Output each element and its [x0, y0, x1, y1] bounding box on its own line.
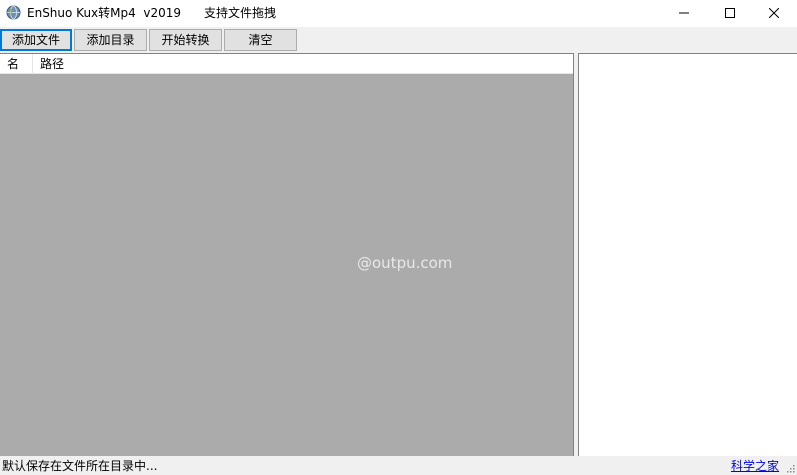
app-window: EnShuo Kux转Mp4 v2019 支持文件拖拽 添加文件 添加目录 开始…	[0, 0, 797, 475]
clear-button[interactable]: 清空	[224, 29, 297, 51]
add-file-button[interactable]: 添加文件	[0, 29, 72, 51]
watermark: @outpu.com	[357, 254, 453, 272]
maximize-icon	[725, 7, 735, 21]
log-textarea[interactable]	[578, 53, 797, 456]
minimize-button[interactable]	[661, 0, 707, 27]
list-body[interactable]: @outpu.com	[0, 74, 573, 456]
status-text: 默认保存在文件所在目录中...	[2, 459, 158, 473]
maximize-button[interactable]	[707, 0, 753, 27]
list-header: 名 路径	[0, 54, 573, 74]
close-button[interactable]	[751, 0, 797, 27]
column-divider[interactable]	[32, 54, 33, 73]
status-bar: 默认保存在文件所在目录中... 科学之家	[0, 457, 797, 475]
start-convert-button[interactable]: 开始转换	[149, 29, 222, 51]
add-directory-button[interactable]: 添加目录	[74, 29, 147, 51]
resize-grip-icon[interactable]	[785, 462, 795, 473]
column-header-path[interactable]: 路径	[40, 57, 64, 71]
minimize-icon	[679, 7, 689, 21]
title-bar: EnShuo Kux转Mp4 v2019 支持文件拖拽	[0, 0, 797, 27]
file-list[interactable]: 名 路径 @outpu.com	[0, 53, 574, 456]
window-title: EnShuo Kux转Mp4 v2019	[27, 6, 182, 20]
close-icon	[768, 7, 780, 21]
column-header-name[interactable]: 名	[7, 57, 19, 71]
website-link[interactable]: 科学之家	[731, 459, 779, 473]
toolbar: 添加文件 添加目录 开始转换 清空	[0, 27, 797, 53]
globe-icon	[6, 5, 21, 20]
window-subtitle: 支持文件拖拽	[204, 6, 277, 20]
